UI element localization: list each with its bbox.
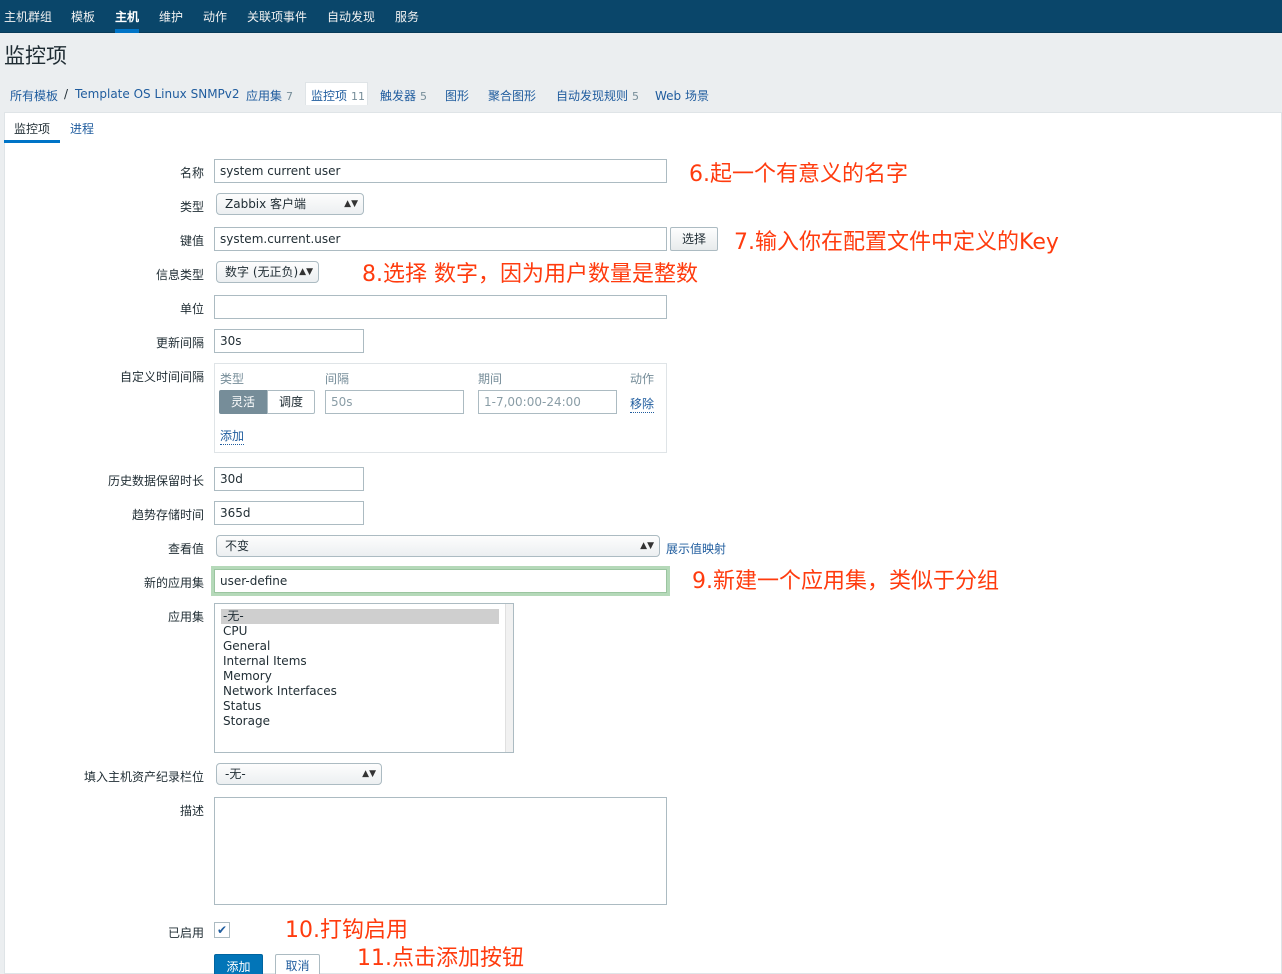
apps-option[interactable]: Storage	[221, 714, 499, 729]
annotation-6: 6.起一个有意义的名字	[689, 162, 908, 187]
custom-intervals-label: 自定义时间间隔	[119, 370, 204, 384]
custom-col-interval: 间隔	[325, 372, 350, 386]
custom-scheduling-option[interactable]: 调度	[267, 390, 315, 414]
nav-maintenance[interactable]: 维护	[159, 0, 183, 33]
custom-period-input[interactable]: 1-7,00:00-24:00	[478, 390, 617, 414]
select-arrows-icon: ▲▼	[640, 541, 654, 551]
key-label: 键值	[179, 234, 204, 248]
crumb-web-scenarios[interactable]: Web 场景	[655, 87, 709, 104]
nav-correlation[interactable]: 关联项事件	[247, 0, 307, 33]
crumb-applications[interactable]: 应用集 7	[246, 87, 293, 104]
new-app-input[interactable]: user-define	[214, 569, 667, 593]
description-textarea[interactable]	[214, 797, 667, 905]
page-title: 监控项	[4, 44, 67, 68]
trends-input[interactable]: 365d	[214, 501, 364, 525]
custom-interval-input[interactable]: 50s	[325, 390, 464, 414]
tab-active-underline	[4, 140, 60, 143]
add-button[interactable]: 添加	[214, 954, 263, 974]
apps-option[interactable]: Status	[221, 699, 499, 714]
apps-option[interactable]: Network Interfaces	[221, 684, 499, 699]
inventory-select[interactable]: -无- ▲▼	[216, 763, 382, 785]
crumb-triggers[interactable]: 触发器 5	[380, 87, 427, 104]
crumb-discovery-rules[interactable]: 自动发现规则 5	[556, 87, 639, 104]
cancel-button[interactable]: 取消	[275, 954, 320, 974]
crumb-screens[interactable]: 聚合图形	[488, 87, 536, 104]
custom-col-action: 动作	[630, 372, 655, 386]
enabled-label: 已启用	[167, 926, 204, 940]
select-arrows-icon: ▲▼	[362, 769, 376, 779]
apps-scrollbar[interactable]	[505, 604, 513, 752]
units-input[interactable]	[214, 295, 667, 319]
tab-item[interactable]: 监控项	[14, 120, 50, 137]
apps-listbox[interactable]: -无- CPU General Internal Items Memory Ne…	[214, 603, 514, 753]
annotation-8: 8.选择 数字，因为用户数量是整数	[362, 262, 698, 287]
new-app-label: 新的应用集	[143, 576, 204, 590]
crumb-items[interactable]: 监控项 11	[311, 87, 365, 104]
select-arrows-icon: ▲▼	[299, 267, 313, 277]
checkmark-icon: ✔	[216, 923, 228, 937]
annotation-11: 11.点击添加按钮	[357, 946, 524, 971]
apps-label: 应用集	[167, 610, 204, 624]
apps-option[interactable]: General	[221, 639, 499, 654]
inventory-label: 填入主机资产纪录栏位	[83, 770, 204, 784]
custom-type-segmented: 灵活 调度	[219, 390, 315, 414]
nav-templates[interactable]: 模板	[71, 0, 95, 33]
key-select-button[interactable]: 选择	[670, 227, 718, 251]
nav-discovery[interactable]: 自动发现	[327, 0, 375, 33]
name-label: 名称	[179, 166, 204, 180]
nav-active-indicator	[115, 29, 139, 33]
breadcrumb: 所有模板 / Template OS Linux SNMPv2 应用集 7 监控项…	[0, 80, 1282, 108]
info-type-label: 信息类型	[155, 268, 204, 282]
description-label: 描述	[179, 804, 204, 818]
key-input[interactable]: system.current.user	[214, 227, 667, 251]
crumb-graphs[interactable]: 图形	[445, 87, 469, 104]
info-type-select[interactable]: 数字 (无正负) ▲▼	[216, 261, 319, 283]
enabled-checkbox[interactable]: ✔	[214, 922, 230, 938]
top-nav: 主机群组 模板 主机 维护 动作 关联项事件 自动发现 服务	[0, 0, 1282, 33]
type-label: 类型	[179, 200, 204, 214]
custom-flexible-option[interactable]: 灵活	[219, 390, 267, 414]
trends-label: 趋势存储时间	[131, 508, 204, 522]
custom-col-type: 类型	[220, 372, 245, 386]
name-input[interactable]: system current user	[214, 159, 667, 183]
crumb-all-templates[interactable]: 所有模板	[10, 87, 58, 104]
interval-label: 更新间隔	[155, 336, 204, 350]
annotation-9: 9.新建一个应用集，类似于分组	[692, 569, 999, 594]
interval-input[interactable]: 30s	[214, 329, 364, 353]
custom-add-link[interactable]: 添加	[220, 427, 245, 445]
apps-option[interactable]: -无-	[221, 609, 499, 624]
annotation-7: 7.输入你在配置文件中定义的Key	[734, 230, 1059, 255]
history-input[interactable]: 30d	[214, 467, 364, 491]
apps-option[interactable]: Internal Items	[221, 654, 499, 669]
valuemap-label: 查看值	[167, 542, 204, 556]
crumb-template[interactable]: Template OS Linux SNMPv2	[75, 87, 240, 101]
nav-services[interactable]: 服务	[395, 0, 419, 33]
valuemap-select[interactable]: 不变 ▲▼	[216, 535, 660, 557]
show-valuemap-link[interactable]: 展示值映射	[666, 540, 726, 557]
type-select[interactable]: Zabbix 客户端 ▲▼	[216, 193, 364, 215]
nav-actions[interactable]: 动作	[203, 0, 227, 33]
nav-host-groups[interactable]: 主机群组	[4, 0, 52, 33]
select-arrows-icon: ▲▼	[344, 199, 358, 209]
custom-col-period: 期间	[478, 372, 503, 386]
history-label: 历史数据保留时长	[107, 474, 204, 488]
apps-option[interactable]: Memory	[221, 669, 499, 684]
crumb-separator: /	[64, 87, 69, 101]
tab-process[interactable]: 进程	[70, 120, 94, 137]
units-label: 单位	[179, 302, 204, 316]
custom-remove-link[interactable]: 移除	[630, 395, 655, 413]
apps-option[interactable]: CPU	[221, 624, 499, 639]
